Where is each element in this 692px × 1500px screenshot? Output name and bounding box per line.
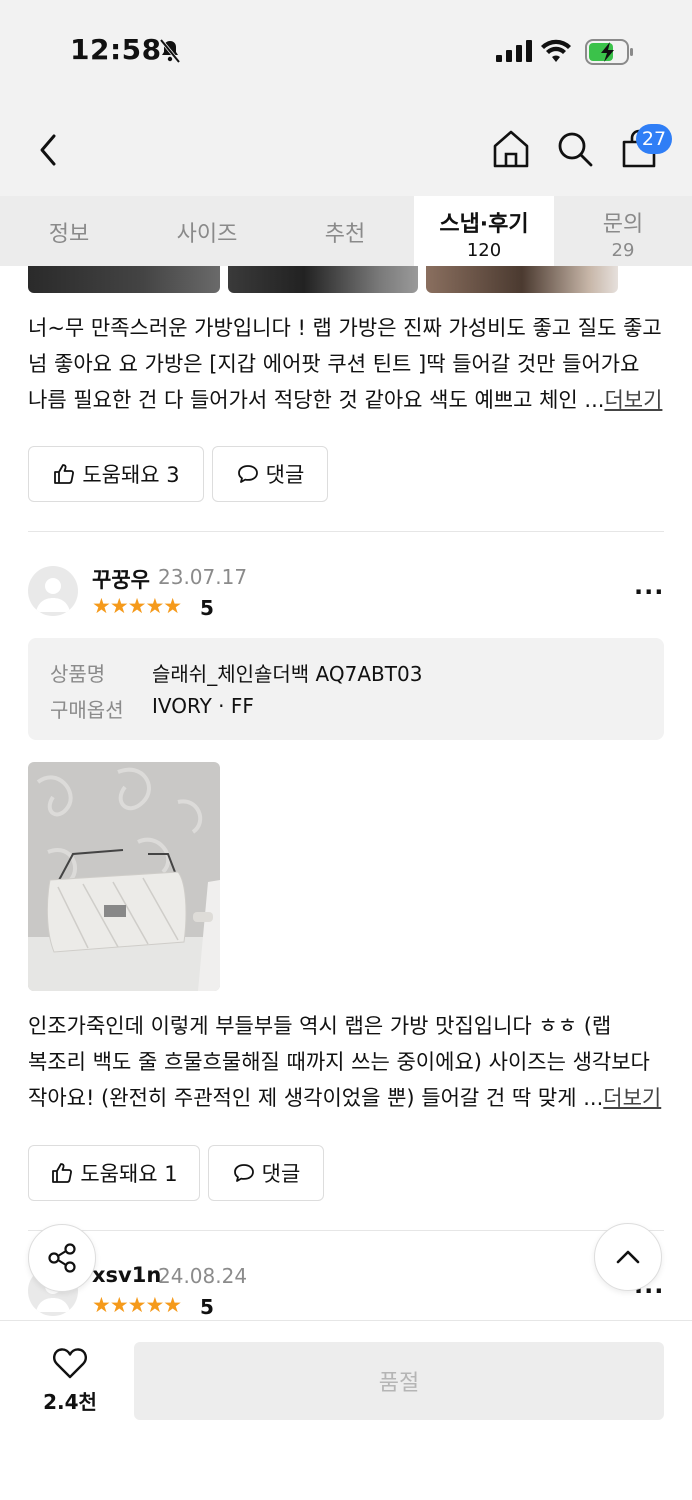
tab-snap-review-label: 스냅·후기 (439, 212, 529, 237)
comment-button[interactable]: 댓글 (208, 1145, 324, 1201)
tab-info-label: 정보 (48, 222, 90, 247)
divider (28, 531, 664, 532)
review-text-line: 너~무 만족스러운 가방입니다 ! 랩 가방은 진짜 가성비도 좋고 질도 좋고 (28, 316, 662, 340)
back-icon[interactable] (34, 130, 64, 170)
review-photo[interactable] (28, 762, 220, 991)
thumbs-up-icon (52, 1163, 73, 1183)
comment-label: 댓글 (265, 463, 305, 487)
review-date: 23.07.17 (158, 565, 248, 589)
tab-info[interactable]: 정보 (0, 196, 138, 266)
more-options-icon[interactable]: ··· (634, 578, 664, 606)
soldout-button: 품절 (134, 1342, 664, 1420)
review-text-line: 인조가죽인데 이렇게 부들부들 역시 랩은 가방 맛집입니다 ㅎㅎ (랩 (28, 1014, 612, 1038)
share-icon (48, 1243, 76, 1273)
tab-inquiry[interactable]: 문의 29 (554, 196, 692, 266)
reviewer-name[interactable]: 꾸꿍우 (92, 564, 150, 594)
scroll-top-button[interactable] (594, 1223, 662, 1291)
star-rating: ★★★★★ (92, 1293, 182, 1317)
review-text: 너~무 만족스러운 가방입니다 ! 랩 가방은 진짜 가성비도 좋고 질도 좋고… (28, 310, 668, 418)
review-text: 인조가죽인데 이렇게 부들부들 역시 랩은 가방 맛집입니다 ㅎㅎ (랩 복조리… (28, 1008, 668, 1116)
helpful-button[interactable]: 도움돼요 1 (28, 1145, 200, 1201)
helpful-label: 도움돼요 3 (82, 463, 180, 487)
bag-photo-image (28, 762, 220, 991)
tab-size-label: 사이즈 (176, 222, 238, 247)
comment-label: 댓글 (261, 1162, 301, 1186)
review-text-line: 복조리 백도 줄 흐물흐물해질 때까지 쓰는 중이에요) 사이즈는 생각보다 (28, 1050, 650, 1074)
product-info-box: 상품명 슬래쉬_체인숄더백 AQ7ABT03 구매옵션 IVORY · FF (28, 638, 664, 740)
battery-charging-icon (585, 39, 633, 65)
home-icon[interactable] (490, 128, 532, 170)
like-count: 2.4천 (43, 1390, 97, 1414)
purchase-option-value: IVORY · FF (152, 694, 254, 718)
tab-size[interactable]: 사이즈 (138, 196, 276, 266)
review-photo-thumb[interactable] (426, 266, 618, 293)
section-tabs: 정보 사이즈 추천 스냅·후기 120 문의 29 (0, 196, 692, 266)
star-rating: ★★★★★ (92, 594, 182, 618)
purchase-option-label: 구매옵션 (50, 698, 124, 722)
rating-score: 5 (200, 1295, 214, 1319)
wifi-icon (541, 39, 571, 62)
helpful-button[interactable]: 도움돼요 3 (28, 446, 204, 502)
share-button[interactable] (28, 1224, 96, 1292)
cellular-signal-icon (496, 40, 532, 62)
tab-snap-review-count: 120 (466, 240, 502, 261)
heart-icon[interactable] (52, 1346, 88, 1380)
comment-bubble-icon (237, 465, 258, 483)
reviewer-name[interactable]: xsv1n (92, 1263, 161, 1287)
default-avatar-icon (36, 578, 70, 612)
chevron-up-icon (616, 1250, 640, 1264)
comment-bubble-icon (233, 1164, 254, 1182)
review-photo-thumb[interactable] (228, 266, 418, 293)
thumbs-up-icon (54, 464, 75, 484)
status-time: 12:58 (70, 33, 162, 66)
review-date: 24.08.24 (158, 1264, 248, 1288)
more-link[interactable]: 더보기 (603, 1086, 661, 1110)
cart-count-badge: 27 (636, 124, 672, 154)
avatar[interactable] (28, 566, 78, 616)
product-name-label: 상품명 (50, 662, 106, 686)
more-link[interactable]: 더보기 (604, 388, 662, 412)
divider (28, 1230, 664, 1231)
search-icon[interactable] (556, 130, 594, 168)
tab-inquiry-count: 29 (611, 240, 635, 261)
bell-muted-icon (159, 38, 181, 64)
review-photo-thumb[interactable] (28, 266, 220, 293)
comment-button[interactable]: 댓글 (212, 446, 328, 502)
review-text-line: 작아요! (완전히 주관적인 제 생각이었을 뿐) 들어갈 건 딱 맞게 ... (28, 1086, 604, 1110)
tab-inquiry-label: 문의 (602, 212, 644, 237)
review-text-line: 넘 좋아요 요 가방은 [지갑 에어팟 쿠션 틴트 ]딱 들어갈 것만 들어가요 (28, 352, 640, 376)
product-name-value: 슬래쉬_체인숄더백 AQ7ABT03 (152, 662, 423, 686)
tab-recommend-label: 추천 (324, 222, 366, 247)
rating-score: 5 (200, 596, 214, 620)
review-text-line: 나름 필요한 건 다 들어가서 적당한 것 같아요 색도 예쁘고 체인 ... (28, 388, 605, 412)
helpful-label: 도움돼요 1 (80, 1162, 178, 1186)
tab-recommend[interactable]: 추천 (276, 196, 414, 266)
tab-snap-review[interactable]: 스냅·후기 120 (414, 196, 554, 266)
